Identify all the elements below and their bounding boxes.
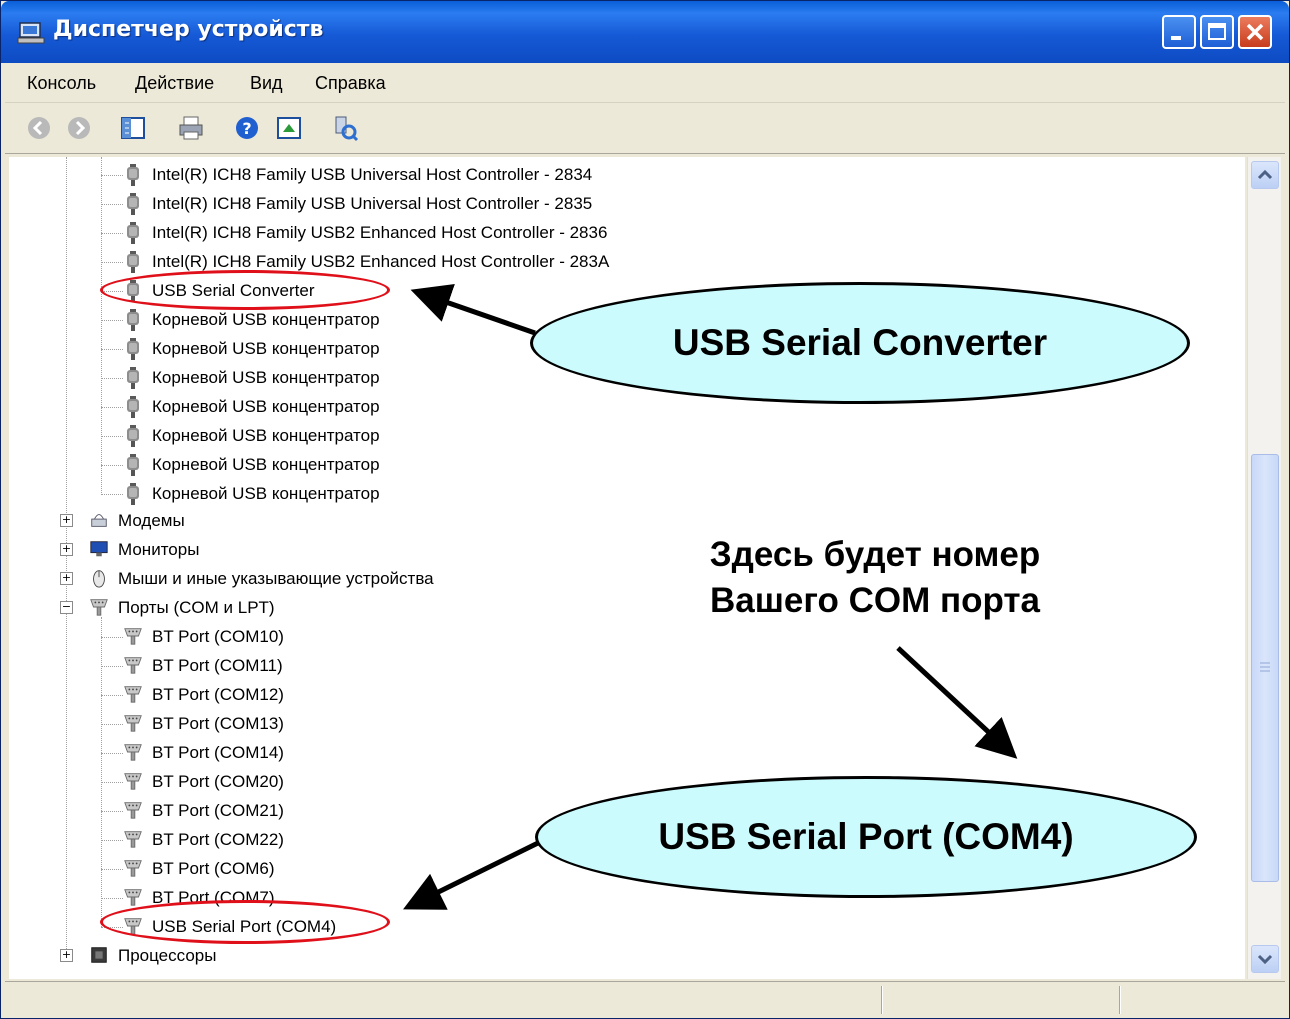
com-port-note: Здесь будет номер Вашего COM порта — [640, 532, 1110, 624]
highlight-usb-port-oval — [100, 900, 390, 944]
callout-usb-serial-port: USB Serial Port (COM4) — [535, 776, 1197, 898]
highlight-converter-oval — [100, 270, 390, 310]
callout-converter-text: USB Serial Converter — [672, 322, 1048, 363]
note-line-1: Здесь будет номер — [709, 535, 1041, 574]
note-line-2: Вашего COM порта — [709, 581, 1041, 620]
arrow-to-usb-port — [403, 839, 542, 910]
arrow-to-converter — [410, 283, 536, 336]
callout-usb-serial-converter: USB Serial Converter — [530, 282, 1190, 404]
callout-port-text: USB Serial Port (COM4) — [658, 816, 1074, 857]
arrow-to-port-number — [896, 646, 1018, 759]
